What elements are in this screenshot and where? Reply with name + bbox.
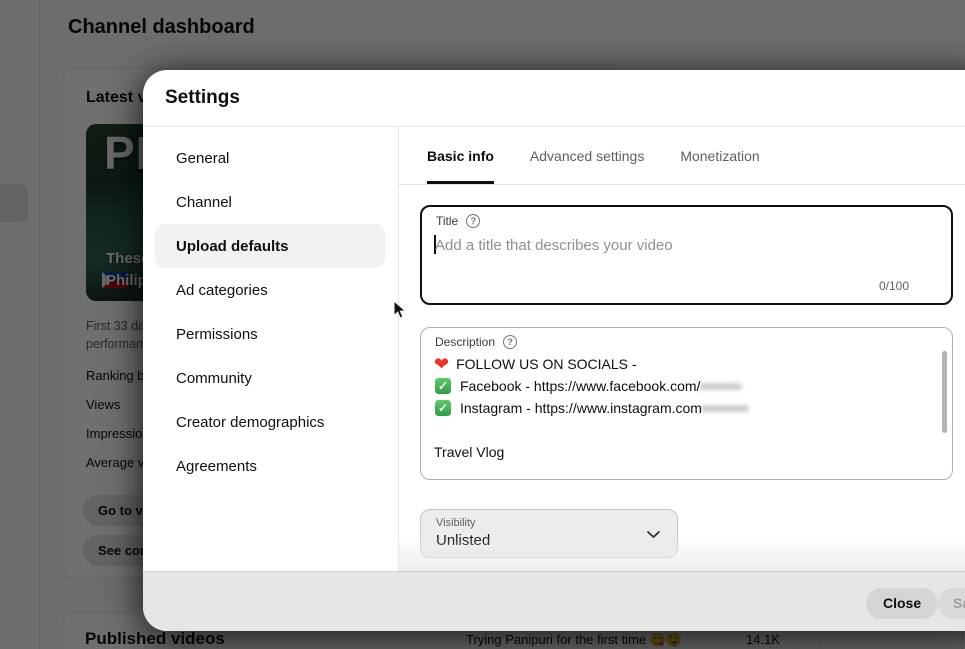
tab-monetization[interactable]: Monetization [680,127,759,184]
sidebar-item-general[interactable]: General [155,136,385,180]
green-check-icon: ✓ [435,400,451,416]
description-line: ✓ Facebook - https://www.facebook.com/ •… [434,375,932,397]
description-line [434,419,932,441]
sidebar-item-community[interactable]: Community [155,356,385,400]
description-text: ❤ FOLLOW US ON SOCIALS - ✓ Facebook - ht… [434,353,932,463]
description-line: Travel Vlog [434,444,505,460]
sidebar-item-permissions[interactable]: Permissions [155,312,385,356]
help-icon[interactable]: ? [503,335,518,349]
title-input[interactable] [435,233,935,257]
help-icon[interactable]: ? [466,214,481,228]
settings-sidebar: General Channel Upload defaults Ad categ… [143,127,398,571]
description-field[interactable]: Description ? ❤ FOLLOW US ON SOCIALS - ✓… [420,327,953,480]
sidebar-item-upload-defaults[interactable]: Upload defaults [155,224,385,268]
description-line: ✓ Instagram - https://www.instagram.com … [434,397,932,419]
description-line: ❤ FOLLOW US ON SOCIALS - [434,354,637,374]
basic-info-panel: Title ? 0/100 Description ? ❤ FOLLOW US … [399,186,965,571]
sidebar-item-channel[interactable]: Channel [155,180,385,224]
sidebar-item-agreements[interactable]: Agreements [155,444,385,488]
description-field-label: Description [435,335,496,349]
save-button[interactable]: Save [938,588,965,619]
modal-title: Settings [165,87,240,108]
mouse-cursor [393,300,407,319]
title-field-label: Title [436,214,459,228]
tab-basic-info[interactable]: Basic info [427,127,494,184]
title-field[interactable]: Title ? 0/100 [420,205,953,305]
sidebar-item-ad-categories[interactable]: Ad categories [155,268,385,312]
content-bottom-fade [399,535,965,571]
sidebar-item-creator-demographics[interactable]: Creator demographics [155,400,385,444]
description-scrollbar-thumb[interactable] [942,351,947,433]
redacted-instagram-handle: •••••••• [701,400,750,416]
green-check-icon: ✓ [435,378,451,394]
settings-modal: Settings General Channel Upload defaults… [143,70,965,631]
title-char-count: 0/100 [878,279,909,293]
modal-header: Settings [143,70,965,127]
redacted-facebook-handle: ••••••• [700,378,742,394]
screen: Channel dashboard Latest video performan… [0,0,965,649]
close-button[interactable]: Close [866,588,939,619]
tab-advanced-settings[interactable]: Advanced settings [530,127,644,184]
tab-bar: Basic info Advanced settings Monetizatio… [399,127,965,185]
modal-footer: Close Save [143,571,965,631]
visibility-label: Visibility [436,517,476,529]
red-heart-icon: ❤ [434,354,450,374]
